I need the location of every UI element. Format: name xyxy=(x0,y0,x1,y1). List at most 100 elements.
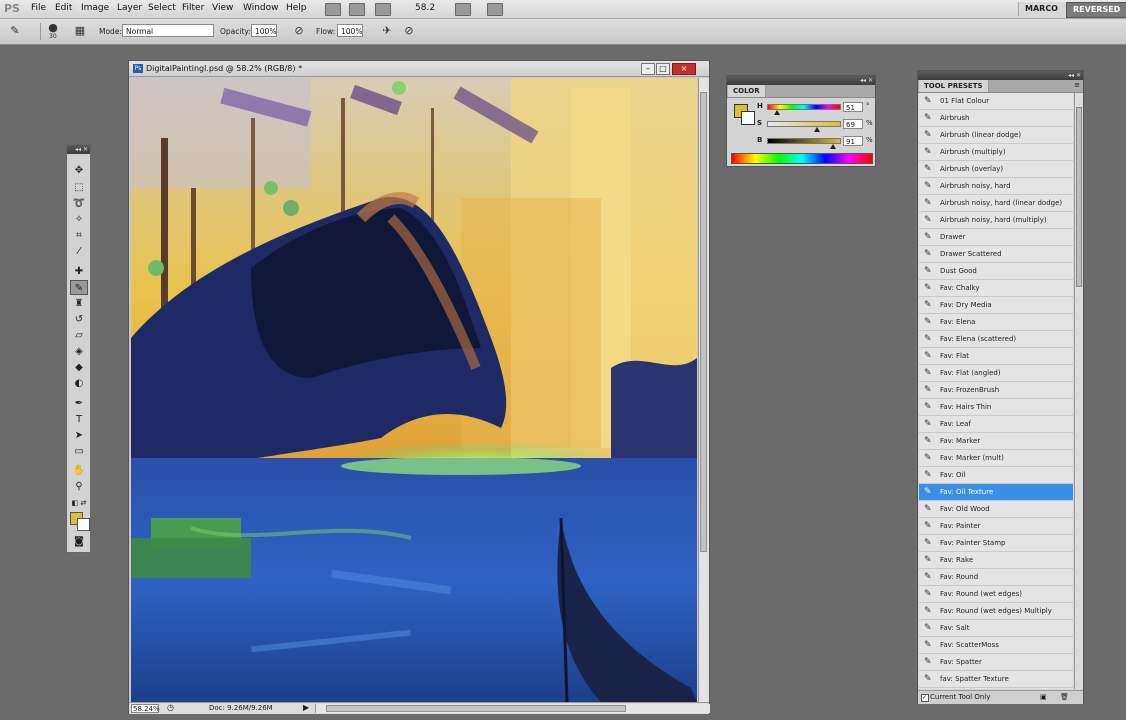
tool-preset-item[interactable]: ✎ Fav: FrozenBrush xyxy=(919,382,1073,399)
type-tool-icon[interactable]: T xyxy=(70,412,88,427)
zoom-tool-icon[interactable]: ⚲ xyxy=(70,479,88,494)
mode-select[interactable]: Normal xyxy=(122,24,214,37)
quick-selection-tool-icon[interactable]: ✧ xyxy=(70,212,88,227)
shape-tool-icon[interactable]: ▭ xyxy=(70,444,88,459)
screen-mode-icon[interactable] xyxy=(487,3,503,16)
tool-presets-scrollbar[interactable] xyxy=(1074,93,1083,689)
saturation-slider[interactable] xyxy=(767,121,841,127)
tool-preset-item[interactable]: ✎ Fav: Oil xyxy=(919,467,1073,484)
tool-preset-item[interactable]: ✎ Fav: Marker (mult) xyxy=(919,450,1073,467)
tool-preset-item[interactable]: ✎ Airbrush noisy, hard (linear dodge) xyxy=(919,195,1073,212)
menu-view[interactable]: View xyxy=(212,3,233,13)
brush-tool-icon[interactable]: ✎ xyxy=(8,24,22,38)
dodge-tool-icon[interactable]: ◐ xyxy=(70,376,88,391)
menu-window[interactable]: Window xyxy=(243,3,279,13)
tool-preset-item[interactable]: ✎ Airbrush (overlay) xyxy=(919,161,1073,178)
pressure-opacity-icon[interactable]: ⊘ xyxy=(292,24,306,38)
tool-preset-item[interactable]: ✎ Fav: Flat (angled) xyxy=(919,365,1073,382)
crop-tool-icon[interactable]: ⌗ xyxy=(70,228,88,243)
eyedropper-tool-icon[interactable]: ⁄ xyxy=(70,244,88,259)
tool-preset-item[interactable]: ✎ Drawer xyxy=(919,229,1073,246)
vertical-scroll-thumb[interactable] xyxy=(700,92,707,552)
color-background-swatch[interactable] xyxy=(741,111,755,125)
history-brush-tool-icon[interactable]: ↺ xyxy=(70,312,88,327)
move-tool-icon[interactable]: ✥ xyxy=(70,163,88,178)
color-spectrum-ramp[interactable] xyxy=(731,153,873,164)
tool-preset-item[interactable]: ✎ Fav: Chalky xyxy=(919,280,1073,297)
brush-tool-icon[interactable]: ✎ xyxy=(70,280,88,295)
tool-preset-item[interactable]: ✎ Fav: Round xyxy=(919,569,1073,586)
tool-preset-item[interactable]: ✎ Fav: Marker xyxy=(919,433,1073,450)
tool-preset-item[interactable]: ✎ Drawer Scattered xyxy=(919,246,1073,263)
pressure-size-icon[interactable]: ⊘ xyxy=(402,24,416,38)
default-colors-icon[interactable]: ◧ ⇄ xyxy=(70,496,88,511)
paint-bucket-tool-icon[interactable]: ◈ xyxy=(70,344,88,359)
tool-preset-item[interactable]: ✎ 01 Flat Colour xyxy=(919,93,1073,110)
tool-preset-item[interactable]: ✎ Fav: Hairs Thin xyxy=(919,399,1073,416)
status-zoom-field[interactable]: 58.24% xyxy=(131,704,160,713)
pen-tool-icon[interactable]: ✒ xyxy=(70,396,88,411)
tool-preset-item[interactable]: ✎ Fav: Leaf xyxy=(919,416,1073,433)
bridge-icon[interactable] xyxy=(325,3,341,16)
hand-tool-icon[interactable]: ✋ xyxy=(70,463,88,478)
new-preset-icon[interactable]: ▣ xyxy=(1040,691,1047,704)
tab-tool-presets[interactable]: TOOL PRESETS xyxy=(919,80,989,92)
tab-color[interactable]: COLOR xyxy=(728,85,766,97)
tool-preset-item[interactable]: ✎Fav: Splatter xyxy=(919,688,1073,689)
tool-presets-scroll-thumb[interactable] xyxy=(1076,107,1082,287)
current-tool-only-checkbox[interactable]: ✓ xyxy=(921,694,929,702)
status-menu-arrow-icon[interactable]: ▶ xyxy=(303,703,309,712)
quick-mask-icon[interactable]: ◙ xyxy=(70,534,88,549)
menu-image[interactable]: Image xyxy=(81,3,109,13)
maximize-button[interactable]: □ xyxy=(656,63,670,75)
tool-preset-item[interactable]: ✎ Fav: Round (wet edges) Multiply xyxy=(919,603,1073,620)
tool-preset-item[interactable]: ✎ Fav: Painter Stamp xyxy=(919,535,1073,552)
tools-panel-grip[interactable]: ◂◂ ✕ xyxy=(67,145,90,154)
tool-preset-item[interactable]: ✎ Airbrush noisy, hard (multiply) xyxy=(919,212,1073,229)
opacity-field[interactable]: 100% xyxy=(251,24,277,37)
clone-stamp-tool-icon[interactable]: ♜ xyxy=(70,296,88,311)
color-panel-grip[interactable]: ◂◂ ✕ xyxy=(727,76,875,85)
saturation-slider-knob[interactable] xyxy=(813,127,820,132)
menu-select[interactable]: Select xyxy=(148,3,176,13)
tool-preset-item[interactable]: ✎ Fav: Elena xyxy=(919,314,1073,331)
arrange-documents-icon[interactable] xyxy=(455,3,471,16)
healing-brush-tool-icon[interactable]: ✚ xyxy=(70,264,88,279)
menu-help[interactable]: Help xyxy=(286,3,307,13)
tool-preset-item[interactable]: ✎ Fav: Dry Media xyxy=(919,297,1073,314)
tool-preset-item[interactable]: ✎ Fav: Painter xyxy=(919,518,1073,535)
tool-presets-panel-grip[interactable]: ◂◂ ✕ xyxy=(918,71,1083,80)
mini-bridge-icon[interactable] xyxy=(349,3,365,16)
hue-slider-knob[interactable] xyxy=(774,110,781,115)
airbrush-icon[interactable]: ✈ xyxy=(380,24,394,38)
view-extras-icon[interactable] xyxy=(375,3,391,16)
tool-preset-item[interactable]: ✎ Airbrush xyxy=(919,110,1073,127)
tool-preset-item[interactable]: ✎ Fav: Elena (scattered) xyxy=(919,331,1073,348)
horizontal-scrollbar[interactable] xyxy=(315,704,710,713)
menu-edit[interactable]: Edit xyxy=(55,3,72,13)
brightness-value-field[interactable]: 91 xyxy=(843,136,863,146)
workspace-reversed-button[interactable]: REVERSED xyxy=(1066,2,1126,18)
tool-preset-item[interactable]: ✎ Airbrush noisy, hard xyxy=(919,178,1073,195)
tool-preset-item[interactable]: ✎ Airbrush (multiply) xyxy=(919,144,1073,161)
tool-preset-item[interactable]: ✎ Fav: Spatter xyxy=(919,654,1073,671)
brush-panel-icon[interactable]: ▦ xyxy=(73,24,87,38)
tool-preset-item[interactable]: ✎ Dust Good xyxy=(919,263,1073,280)
path-selection-tool-icon[interactable]: ➤ xyxy=(70,428,88,443)
blur-tool-icon[interactable]: ◆ xyxy=(70,360,88,375)
minimize-button[interactable]: – xyxy=(641,63,655,75)
painting-canvas[interactable] xyxy=(131,78,697,702)
panel-menu-icon[interactable]: ≡ xyxy=(1074,81,1080,89)
tool-preset-item[interactable]: ✎ Fav: Oil Texture xyxy=(919,484,1073,501)
horizontal-scroll-thumb[interactable] xyxy=(326,705,626,712)
zoom-level[interactable]: 58.2 xyxy=(415,3,435,13)
tool-preset-item[interactable]: ✎ Fav: ScatterMoss xyxy=(919,637,1073,654)
hue-value-field[interactable]: 51 xyxy=(843,102,863,112)
tool-preset-item[interactable]: ✎ Airbrush (linear dodge) xyxy=(919,127,1073,144)
close-button[interactable]: × xyxy=(672,63,696,75)
background-color-swatch[interactable] xyxy=(77,518,90,531)
tool-preset-item[interactable]: ✎ Fav: Old Wood xyxy=(919,501,1073,518)
tool-preset-item[interactable]: ✎ Fav: Salt xyxy=(919,620,1073,637)
tool-preset-item[interactable]: ✎ Fav: Rake xyxy=(919,552,1073,569)
vertical-scrollbar[interactable] xyxy=(698,78,709,702)
